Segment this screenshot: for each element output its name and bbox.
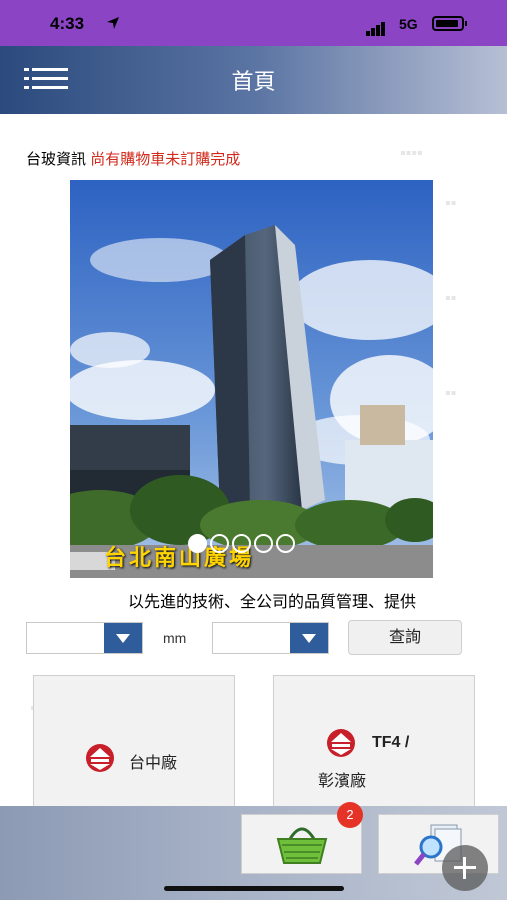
- chevron-down-icon[interactable]: [104, 623, 142, 653]
- cellular-signal-icon: [366, 18, 386, 36]
- banner-image[interactable]: [70, 180, 433, 578]
- status-time: 4:33: [50, 14, 85, 33]
- company-label: 台玻資訊: [26, 151, 87, 168]
- app-header: 首頁: [0, 46, 507, 114]
- cart-badge: 2: [337, 802, 363, 828]
- carousel-dot[interactable]: [188, 534, 207, 553]
- carousel-dots[interactable]: [188, 534, 298, 558]
- home-indicator: [164, 886, 344, 891]
- unit-label: mm: [163, 630, 187, 646]
- thickness-select[interactable]: [26, 622, 143, 654]
- size-select[interactable]: [212, 622, 329, 654]
- chevron-down-icon[interactable]: [290, 623, 328, 653]
- plant-label-line2: 彰濱廠: [318, 773, 367, 790]
- carousel-dot[interactable]: [254, 534, 273, 553]
- taiwan-glass-logo-icon: [327, 729, 355, 757]
- network-type: 5G: [399, 16, 418, 32]
- query-button[interactable]: 查詢: [348, 620, 462, 655]
- plant-label: 台中廠: [129, 755, 178, 772]
- basket-icon: [276, 827, 328, 864]
- carousel-dot[interactable]: [276, 534, 295, 553]
- carousel-dot[interactable]: [232, 534, 251, 553]
- taiwan-glass-logo-icon: [86, 744, 114, 772]
- status-bar: 4:33 5G: [0, 0, 507, 46]
- cart-alert-link[interactable]: 尚有購物車未訂購完成: [90, 151, 240, 168]
- page-title: 首頁: [231, 69, 276, 94]
- info-line: 台玻資訊 尚有購物車未訂購完成: [26, 148, 240, 169]
- battery-icon: [432, 16, 467, 31]
- carousel-dot[interactable]: [210, 534, 229, 553]
- plant-label-line1: TF4 /: [372, 734, 410, 751]
- location-arrow-icon: [107, 17, 119, 29]
- marquee-text: 以先進的技術、全公司的品質管理、提供: [128, 594, 417, 611]
- plus-icon[interactable]: [442, 845, 488, 891]
